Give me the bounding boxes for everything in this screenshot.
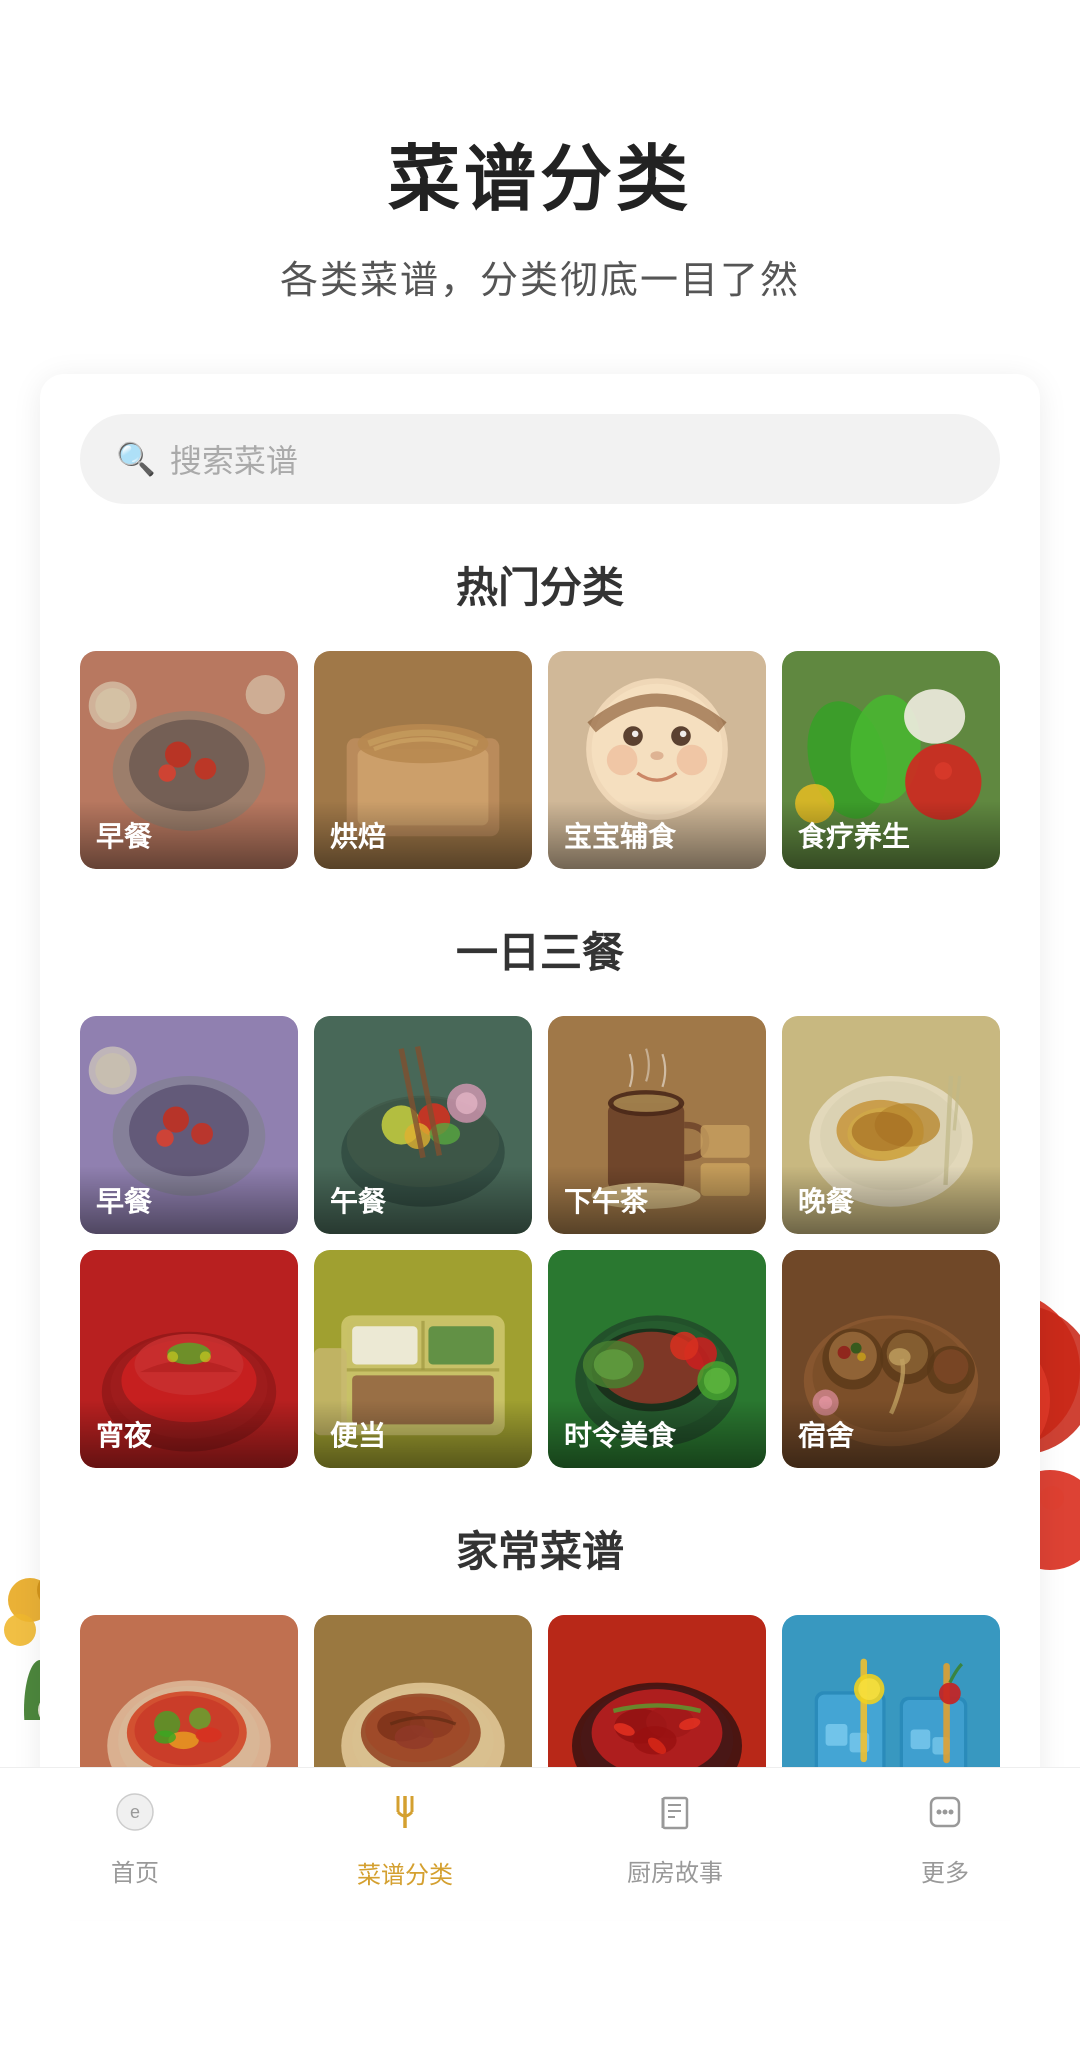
- category-label-dorm: 宿舍: [782, 1400, 1000, 1468]
- category-label-breakfast: 早餐: [80, 1166, 298, 1234]
- nav-item-more[interactable]: 更多: [865, 1790, 1025, 1888]
- more-icon: [923, 1790, 967, 1845]
- category-item-afternoon-tea[interactable]: 下午茶: [548, 1016, 766, 1234]
- category-item-dinner[interactable]: 晚餐: [782, 1016, 1000, 1234]
- page-subtitle: 各类菜谱，分类彻底一目了然: [0, 249, 1080, 304]
- category-label-baking: 烘焙: [314, 801, 532, 869]
- category-label-night-snack: 宵夜: [80, 1400, 298, 1468]
- section-title-homestyle: 家常菜谱: [80, 1518, 1000, 1579]
- main-content: 菜谱分类 各类菜谱，分类彻底一目了然 🔍 搜索菜谱 热门分类: [0, 0, 1080, 2053]
- svg-text:e: e: [130, 1802, 140, 1822]
- category-label-baby: 宝宝辅食: [548, 801, 766, 869]
- nav-label-kitchen: 厨房故事: [627, 1853, 723, 1888]
- hot-category-grid: 早餐 烘焙: [80, 651, 1000, 869]
- bottom-nav: e 首页 菜谱分类 厨房故事: [0, 1767, 1080, 1920]
- nav-label-more: 更多: [921, 1853, 969, 1888]
- category-label-dinner: 晚餐: [782, 1166, 1000, 1234]
- category-label-breakfast-hot: 早餐: [80, 801, 298, 869]
- category-label-lunch: 午餐: [314, 1166, 532, 1234]
- section-title-three-meals: 一日三餐: [80, 919, 1000, 980]
- search-icon: 🔍: [116, 440, 156, 478]
- page-title: 菜谱分类: [0, 120, 1080, 225]
- card-container: 🔍 搜索菜谱 热门分类: [40, 374, 1040, 1893]
- category-label-seasonal: 时令美食: [548, 1400, 766, 1468]
- search-bar[interactable]: 🔍 搜索菜谱: [80, 414, 1000, 504]
- nav-label-home: 首页: [111, 1853, 159, 1888]
- page-header: 菜谱分类 各类菜谱，分类彻底一目了然: [0, 80, 1080, 324]
- category-item-baby[interactable]: 宝宝辅食: [548, 651, 766, 869]
- nav-item-kitchen[interactable]: 厨房故事: [595, 1790, 755, 1888]
- category-icon: [381, 1788, 429, 1847]
- three-meals-grid: 早餐: [80, 1016, 1000, 1468]
- nav-item-category[interactable]: 菜谱分类: [325, 1788, 485, 1890]
- category-label-health: 食疗养生: [782, 801, 1000, 869]
- category-item-night-snack[interactable]: 宵夜: [80, 1250, 298, 1468]
- category-item-breakfast[interactable]: 早餐: [80, 1016, 298, 1234]
- section-title-hot: 热门分类: [80, 554, 1000, 615]
- nav-item-home[interactable]: e 首页: [55, 1790, 215, 1888]
- category-label-afternoon-tea: 下午茶: [548, 1166, 766, 1234]
- category-item-lunch[interactable]: 午餐: [314, 1016, 532, 1234]
- category-item-baking[interactable]: 烘焙: [314, 651, 532, 869]
- nav-label-category: 菜谱分类: [357, 1855, 453, 1890]
- home-icon: e: [113, 1790, 157, 1845]
- search-placeholder-text: 搜索菜谱: [170, 436, 298, 482]
- category-item-bento[interactable]: 便当: [314, 1250, 532, 1468]
- category-label-bento: 便当: [314, 1400, 532, 1468]
- category-item-seasonal[interactable]: 时令美食: [548, 1250, 766, 1468]
- category-item-dorm[interactable]: 宿舍: [782, 1250, 1000, 1468]
- category-item-breakfast-hot[interactable]: 早餐: [80, 651, 298, 869]
- category-item-health[interactable]: 食疗养生: [782, 651, 1000, 869]
- book-icon: [653, 1790, 697, 1845]
